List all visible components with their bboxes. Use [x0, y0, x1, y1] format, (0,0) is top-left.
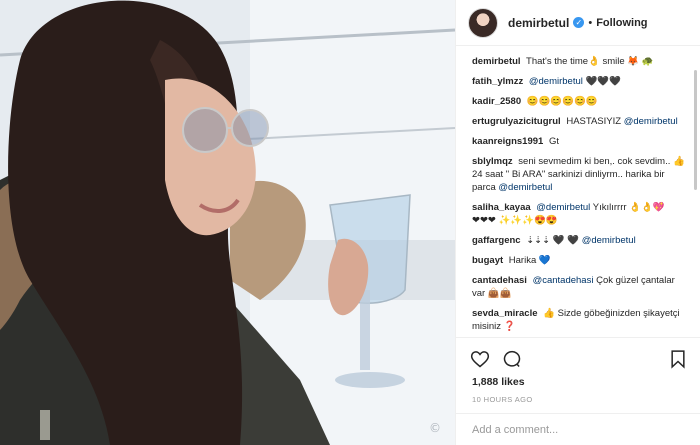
- comment-username[interactable]: kadir_2580: [472, 96, 521, 107]
- comment-text: 🖤🖤🖤: [582, 76, 621, 87]
- comment-text: That's the time👌 smile 🦊 🐢: [526, 56, 654, 67]
- header-separator: •: [588, 16, 593, 29]
- comment-item: bugayt Harika 💙: [472, 254, 687, 267]
- comment-username[interactable]: ertugrulyazicitugrul: [472, 116, 561, 127]
- post-side-panel: demirbetul ✓ • Following demirbetul That…: [455, 0, 700, 445]
- comment-username[interactable]: demirbetul: [472, 56, 521, 67]
- comment-item: sblylmqz seni sevmedim ki ben,. cok sevd…: [472, 155, 687, 194]
- comment-mention[interactable]: @demirbetul: [624, 116, 678, 127]
- verified-badge-icon: ✓: [573, 17, 585, 28]
- comment-icon[interactable]: [502, 349, 522, 369]
- following-button[interactable]: Following: [596, 17, 647, 29]
- comment-text-continued: ❤❤❤ ✨✨✨😍😍: [472, 215, 558, 226]
- comment-text: 😊😊😊😊😊😊: [526, 96, 598, 107]
- comment-text: ⇣⇣⇣ 🖤 🖤: [526, 235, 582, 246]
- likes-count[interactable]: 1,888 likes: [472, 376, 525, 388]
- comment-item: kadir_2580 😊😊😊😊😊😊: [472, 95, 687, 108]
- avatar[interactable]: [468, 7, 498, 38]
- comment-username[interactable]: sblylmqz: [472, 156, 513, 167]
- comment-item: demirbetul That's the time👌 smile 🦊 🐢: [472, 55, 687, 68]
- comments-scrollbar[interactable]: [694, 70, 697, 190]
- comment-username[interactable]: gaffargenc: [472, 235, 521, 246]
- comment-username[interactable]: fatih_ylmzz: [472, 76, 523, 87]
- comment-mention[interactable]: @demirbetul: [536, 202, 590, 213]
- comment-item: cantadehasi @cantadehasi Çok güzel çanta…: [472, 274, 687, 300]
- comment-mention[interactable]: @demirbetul: [498, 182, 552, 193]
- comment-username[interactable]: sevda_miracle: [472, 308, 538, 319]
- bookmark-icon[interactable]: [668, 349, 688, 369]
- post-actions: [456, 337, 700, 377]
- comment-mention[interactable]: @cantadehasi: [533, 275, 594, 286]
- comment-item: saliha_kayaa @demirbetul Yıkılırrrr 👌👌💖 …: [472, 201, 687, 227]
- comment-text: HASTASIYIZ: [566, 116, 624, 127]
- post-timestamp[interactable]: 10 HOURS AGO: [472, 395, 533, 404]
- comments-list[interactable]: demirbetul That's the time👌 smile 🦊 🐢 fa…: [456, 47, 700, 337]
- comment-item: sevda_miracle 👍 Sizde göbeğinizden şikay…: [472, 307, 687, 333]
- comment-item: fatih_ylmzz @demirbetul 🖤🖤🖤: [472, 75, 687, 88]
- comment-item: ertugrulyazicitugrul HASTASIYIZ @demirbe…: [472, 115, 687, 128]
- comment-item: gaffargenc ⇣⇣⇣ 🖤 🖤 @demirbetul: [472, 234, 687, 247]
- comment-text: Harika 💙: [508, 255, 551, 266]
- photo-watermark: ©: [429, 421, 441, 435]
- comment-username[interactable]: saliha_kayaa: [472, 202, 531, 213]
- heart-icon[interactable]: [470, 349, 490, 369]
- comment-text: Yıkılırrrr 👌👌💖: [590, 202, 665, 213]
- post-photo: ©: [0, 0, 455, 445]
- comment-username[interactable]: bugayt: [472, 255, 503, 266]
- photo-illustration: [0, 0, 455, 445]
- add-comment-bar: [456, 413, 700, 445]
- comment-mention[interactable]: @demirbetul: [529, 76, 583, 87]
- comment-username[interactable]: kaanreigns1991: [472, 136, 543, 147]
- add-comment-input[interactable]: [472, 423, 685, 436]
- comment-mention[interactable]: @demirbetul: [582, 235, 636, 246]
- header-username[interactable]: demirbetul: [508, 16, 569, 30]
- post-header: demirbetul ✓ • Following: [456, 0, 700, 46]
- comment-item: kaanreigns1991 Gt: [472, 135, 687, 148]
- comment-text: Gt: [548, 136, 559, 147]
- comment-username[interactable]: cantadehasi: [472, 275, 527, 286]
